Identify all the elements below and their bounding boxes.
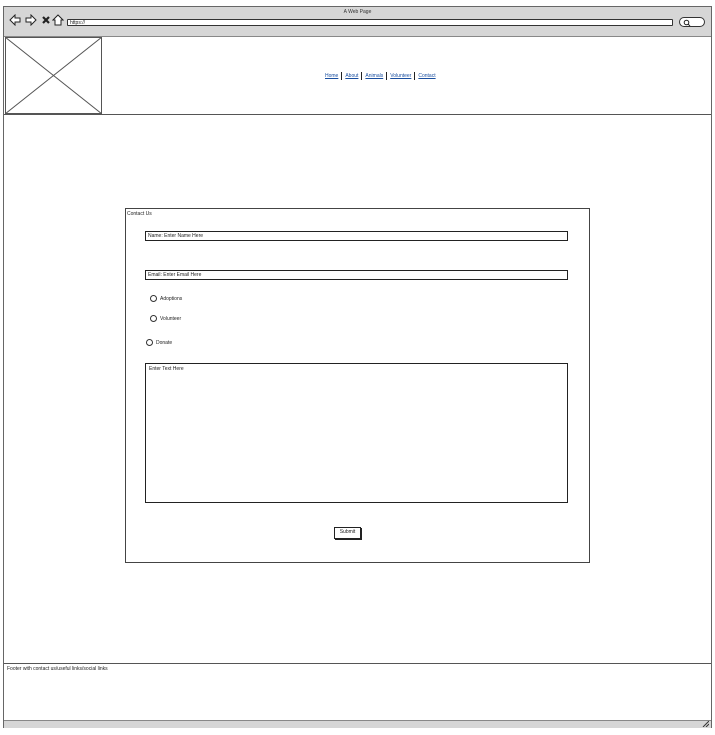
nav-contact[interactable]: Contact (415, 72, 438, 80)
status-bar (4, 720, 711, 728)
footer-text: Footer with contact us/useful links/soci… (7, 666, 108, 672)
nav-about[interactable]: About (342, 72, 363, 80)
back-arrow-icon[interactable] (9, 14, 21, 26)
radio-label: Donate (156, 339, 173, 346)
site-footer: Footer with contact us/useful links/soci… (4, 663, 711, 721)
radio-volunteer[interactable]: Volunteer (150, 315, 181, 322)
radio-label: Adoptions (160, 295, 183, 302)
form-title: Contact Us (127, 211, 152, 217)
radio-button[interactable] (146, 339, 153, 346)
search-icon (683, 19, 691, 26)
radio-button[interactable] (150, 315, 157, 322)
nav-volunteer[interactable]: Volunteer (387, 72, 416, 80)
window-title: A Web Page (343, 9, 372, 15)
radio-label: Volunteer (160, 315, 182, 322)
submit-button[interactable]: Submit (334, 527, 361, 539)
main-nav: Home About Animals Volunteer Contact (322, 72, 439, 80)
radio-donate[interactable]: Donate (146, 339, 172, 346)
nav-home[interactable]: Home (322, 72, 343, 80)
name-field[interactable]: Name: Enter Name Here (145, 231, 568, 241)
email-field[interactable]: Email: Enter Email Here (145, 270, 568, 280)
nav-animals[interactable]: Animals (362, 72, 388, 80)
home-icon[interactable] (52, 14, 64, 26)
close-icon[interactable] (40, 14, 52, 26)
message-textarea[interactable]: Enter Text Here (145, 363, 568, 503)
radio-adoptions[interactable]: Adoptions (150, 295, 182, 302)
url-input[interactable]: https:// (67, 19, 673, 26)
placeholder-image-icon (5, 37, 102, 114)
search-button[interactable] (679, 17, 705, 27)
radio-button[interactable] (150, 295, 157, 302)
resize-handle-icon[interactable] (702, 721, 709, 727)
forward-arrow-icon[interactable] (25, 14, 37, 26)
